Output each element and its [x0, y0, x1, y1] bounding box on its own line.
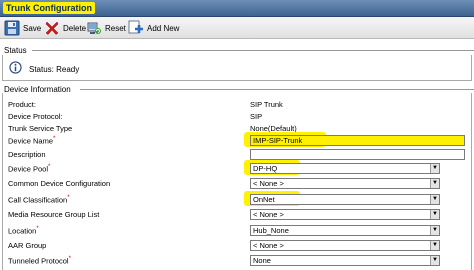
row-tunneled-protocol: Tunneled Protocol* None ▼ [8, 255, 470, 267]
call-classification-label: Call Classification* [8, 195, 70, 205]
tunneled-protocol-label: Tunneled Protocol* [8, 256, 71, 266]
row-description: Description [8, 149, 470, 161]
add-new-label: Add New [147, 23, 180, 33]
info-icon [9, 61, 25, 77]
device-name-label-text: Device Name [8, 136, 54, 146]
add-new-button[interactable]: Add New [128, 19, 179, 37]
location-label-text: Location [8, 226, 37, 236]
location-label: Location* [8, 226, 39, 236]
required-marker: * [67, 195, 70, 201]
required-marker: * [48, 164, 51, 170]
status-message: Status: Ready [29, 64, 80, 74]
aar-group-label: AAR Group [8, 241, 47, 250]
chevron-down-icon: ▼ [430, 226, 439, 235]
device-name-label: Device Name* [8, 136, 55, 146]
call-classification-label-text: Call Classification [8, 195, 68, 205]
row-call-classification: Call Classification* OnNet ▼ [8, 191, 470, 206]
mrgl-select[interactable]: < None > ▼ [250, 209, 440, 220]
tunneled-protocol-label-text: Tunneled Protocol [8, 256, 69, 266]
chevron-down-icon: ▼ [430, 241, 439, 250]
device-name-input[interactable]: IMP-SIP-Trunk [250, 135, 465, 146]
required-marker: * [36, 226, 39, 232]
delete-x-icon [44, 20, 60, 36]
call-classification-value: OnNet [253, 195, 275, 204]
location-value: Hub_None [253, 226, 289, 235]
location-select[interactable]: Hub_None ▼ [250, 225, 440, 236]
device-pool-label: Device Pool* [8, 164, 50, 174]
common-device-config-value: < None > [253, 179, 284, 188]
chevron-down-icon: ▼ [430, 164, 439, 173]
save-button[interactable]: Save [4, 19, 41, 37]
product-value: SIP Trunk [250, 100, 283, 109]
tunneled-protocol-value: None [253, 256, 271, 265]
row-device-pool: Device Pool* DP-HQ ▼ [8, 160, 470, 175]
common-device-config-label: Common Device Configuration [8, 179, 111, 188]
status-row: Status: Ready [9, 61, 79, 77]
mrgl-value: < None > [253, 210, 284, 219]
delete-button[interactable]: Delete [44, 19, 86, 37]
row-device-name: Device Name* IMP-SIP-Trunk [8, 132, 470, 147]
save-label: Save [23, 23, 42, 33]
chevron-down-icon: ▼ [430, 179, 439, 188]
row-location: Location* Hub_None ▼ [8, 225, 470, 237]
row-media-resource-group-list: Media Resource Group List < None > ▼ [8, 209, 470, 221]
row-product: Product: SIP Trunk [8, 99, 470, 111]
row-trunk-service-type: Trunk Service Type None(Default) [8, 123, 470, 135]
status-header-text: Status [0, 46, 29, 55]
row-device-protocol: Device Protocol: SIP [8, 111, 470, 123]
description-input[interactable] [250, 149, 465, 160]
chevron-down-icon: ▼ [430, 195, 439, 204]
add-new-icon [128, 20, 144, 36]
reset-icon [86, 20, 102, 36]
device-protocol-label: Device Protocol: [8, 112, 63, 121]
chevron-down-icon: ▼ [430, 210, 439, 219]
title-bar: Trunk Configuration [0, 0, 474, 17]
toolbar: Save Delete Reset Add New [0, 17, 474, 39]
page-title: Trunk Configuration [3, 2, 95, 14]
description-label: Description [8, 150, 46, 159]
tunneled-protocol-select[interactable]: None ▼ [250, 255, 440, 266]
mrgl-label: Media Resource Group List [8, 210, 100, 219]
chevron-down-icon: ▼ [430, 256, 439, 265]
common-device-config-select[interactable]: < None > ▼ [250, 178, 440, 189]
trunk-service-type-label: Trunk Service Type [8, 124, 73, 133]
row-aar-group: AAR Group < None > ▼ [8, 240, 470, 252]
device-pool-label-text: Device Pool [8, 164, 49, 174]
device-pool-select[interactable]: DP-HQ ▼ [250, 163, 440, 174]
required-marker: * [68, 256, 71, 262]
aar-group-value: < None > [253, 241, 284, 250]
status-box: Status: Ready [2, 55, 472, 81]
reset-button[interactable]: Reset [86, 19, 126, 37]
device-pool-value: DP-HQ [253, 164, 278, 173]
device-protocol-value: SIP [250, 112, 263, 121]
delete-label: Delete [63, 23, 87, 33]
status-header-rule [32, 50, 474, 51]
device-header-rule [80, 89, 474, 90]
save-icon [4, 20, 20, 36]
product-label: Product: [8, 100, 36, 109]
aar-group-select[interactable]: < None > ▼ [250, 240, 440, 251]
row-common-device-configuration: Common Device Configuration < None > ▼ [8, 178, 470, 190]
reset-label: Reset [105, 23, 126, 33]
call-classification-select[interactable]: OnNet ▼ [250, 194, 440, 205]
required-marker: * [53, 136, 56, 142]
